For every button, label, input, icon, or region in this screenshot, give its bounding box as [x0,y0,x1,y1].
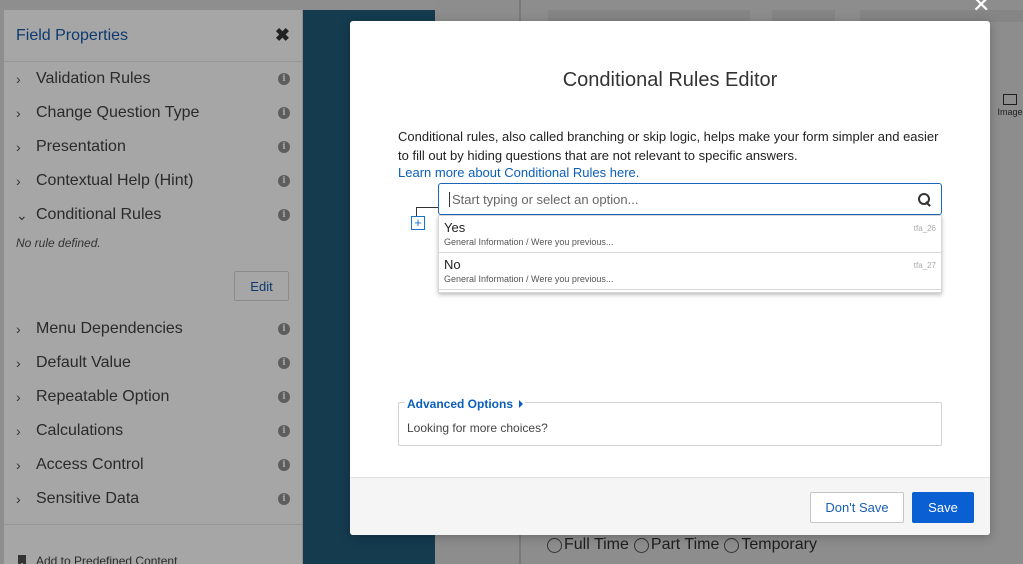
image-tool[interactable]: Image [995,94,1023,124]
property-conditional-rules[interactable]: ⌄ Conditional Rules i [4,198,302,232]
tree-connector [416,207,438,208]
property-sensitive-data[interactable]: › Sensitive Data i [4,482,302,516]
option-path: General Information / Were you previous.… [444,237,614,247]
caret-right-icon [519,400,524,408]
save-button[interactable]: Save [912,492,974,523]
learn-more-link[interactable]: Learn more about Conditional Rules here. [398,165,639,180]
option-label: Yes [444,220,466,235]
property-label: Access Control [36,456,144,473]
condition-search[interactable] [438,183,942,215]
property-label: Default Value [36,354,131,371]
info-icon[interactable]: i [278,323,290,335]
property-validation-rules[interactable]: › Validation Rules i [4,62,302,96]
radio-part-time[interactable] [633,537,649,553]
property-label: Menu Dependencies [36,320,183,337]
property-access-control[interactable]: › Access Control i [4,448,302,482]
radio-temporary[interactable] [724,537,740,553]
info-icon[interactable]: i [278,425,290,437]
info-icon[interactable]: i [278,209,290,221]
info-icon[interactable]: i [278,73,290,85]
radio-label: Part Time [650,536,720,553]
add-rule-icon[interactable]: + [411,216,425,230]
modal-close-icon[interactable]: ✕ [972,0,990,18]
image-icon [1003,94,1017,105]
option-path: General Information / Were you previous.… [444,274,614,284]
modal-footer: Don't Save Save [350,477,990,535]
dropdown-option[interactable]: Yes General Information / Were you previ… [439,216,941,253]
search-icon[interactable] [918,192,931,206]
chevron-right-icon: › [16,389,21,405]
advanced-options-toggle[interactable]: Advanced Options [405,397,526,411]
property-repeatable-option[interactable]: › Repeatable Option i [4,380,302,414]
property-label: Repeatable Option [36,388,170,405]
field-properties-title: Field Properties [16,26,129,44]
chevron-right-icon: › [16,139,21,155]
footer-label: Add to Predefined Content [36,553,178,564]
property-contextual-help[interactable]: › Contextual Help (Hint) i [4,164,302,198]
advanced-options-text: Looking for more choices? [407,421,548,435]
image-tool-label: Image [997,107,1023,117]
radio-label: Temporary [741,536,817,553]
radio-full-time[interactable] [547,537,562,553]
conditional-rules-modal: Conditional Rules Editor Conditional rul… [350,21,990,535]
edit-button[interactable]: Edit [234,271,289,301]
chevron-right-icon: › [16,457,21,473]
chevron-right-icon: › [16,173,21,189]
option-id: tfa_27 [913,261,936,270]
option-label: No [444,257,461,272]
property-label: Presentation [36,138,126,155]
property-label: Conditional Rules [36,206,162,223]
property-menu-dependencies[interactable]: › Menu Dependencies i [4,312,302,346]
dont-save-button[interactable]: Don't Save [810,492,904,523]
info-icon[interactable]: i [278,175,290,187]
chevron-right-icon: › [16,71,21,87]
advanced-options-label: Advanced Options [407,397,514,411]
condition-options-dropdown: Yes General Information / Were you previ… [438,215,942,293]
chevron-down-icon: ⌄ [16,206,28,223]
chevron-right-icon: › [16,355,21,371]
advanced-options-box: Advanced Options Looking for more choice… [398,397,942,446]
info-icon[interactable]: i [278,357,290,369]
property-default-value[interactable]: › Default Value i [4,346,302,380]
option-id: tfa_26 [913,224,936,233]
property-label: Sensitive Data [36,490,140,507]
bookmark-icon [18,555,26,564]
property-label: Contextual Help (Hint) [36,172,194,189]
field-properties-panel: Field Properties ✖ › Validation Rules i … [4,10,302,564]
info-icon[interactable]: i [278,493,290,505]
info-icon[interactable]: i [278,107,290,119]
dropdown-option[interactable]: No General Information / Were you previo… [439,253,941,290]
condition-search-input[interactable] [449,191,918,207]
info-icon[interactable]: i [278,391,290,403]
property-label: Change Question Type [36,104,200,121]
chevron-right-icon: › [16,105,21,121]
radio-label: Full Time [564,536,629,553]
modal-description: Conditional rules, also called branching… [398,129,939,163]
modal-title: Conditional Rules Editor [562,69,778,91]
chevron-right-icon: › [16,321,21,337]
edit-row: Edit [4,260,302,312]
property-presentation[interactable]: › Presentation i [4,130,302,164]
property-label: Validation Rules [36,70,151,87]
info-icon[interactable]: i [278,459,290,471]
chevron-right-icon: › [16,491,21,507]
property-calculations[interactable]: › Calculations i [4,414,302,448]
no-rule-text: No rule defined. [16,236,101,250]
property-label: Calculations [36,422,124,439]
field-properties-header: Field Properties ✖ [4,10,302,62]
employment-type-radios: Full Time Part Time Temporary [547,536,822,554]
add-to-predefined-content[interactable]: Add to Predefined Content [4,524,302,564]
property-change-question-type[interactable]: › Change Question Type i [4,96,302,130]
info-icon[interactable]: i [278,141,290,153]
chevron-right-icon: › [16,423,21,439]
close-icon[interactable]: ✖ [275,25,290,46]
